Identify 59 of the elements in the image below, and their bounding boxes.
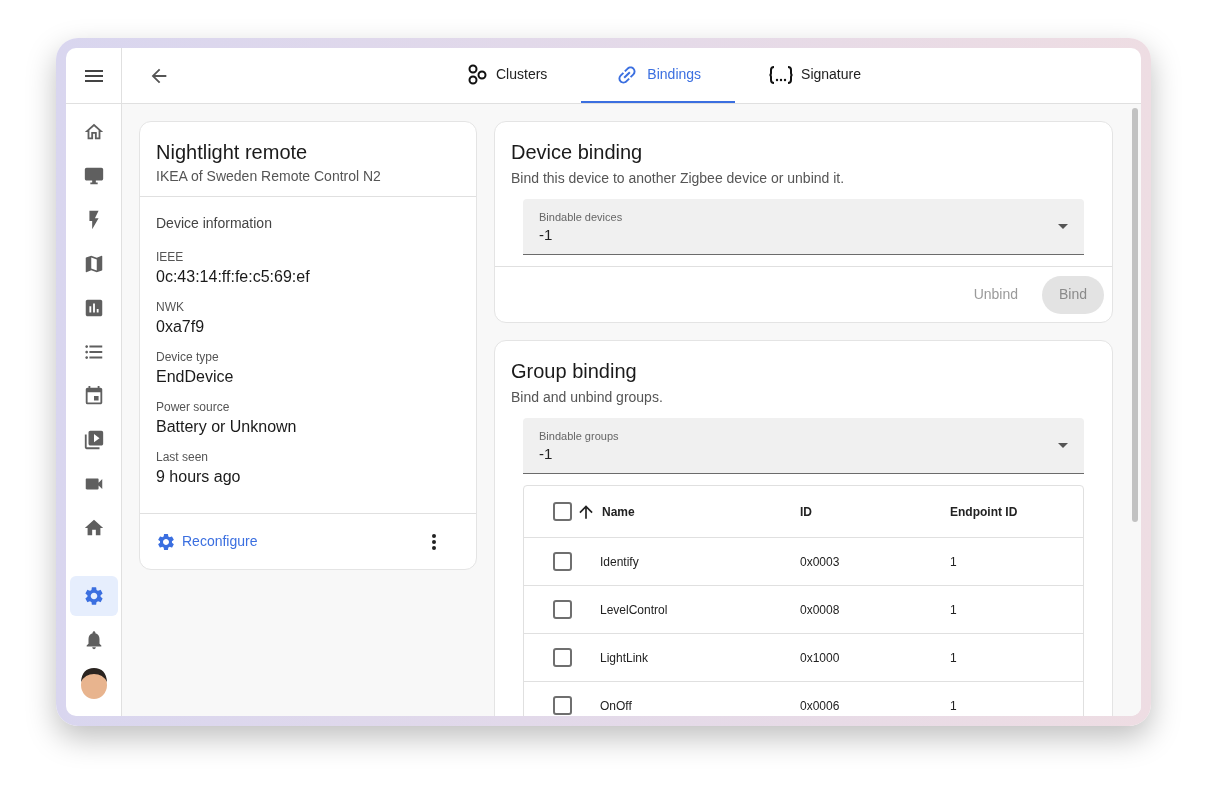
field-value: -1 bbox=[539, 224, 554, 245]
field-label: IEEE bbox=[156, 249, 185, 265]
device-title: Nightlight remote bbox=[156, 140, 309, 165]
table-cell-text: 1 bbox=[950, 553, 957, 571]
reconfigure-button[interactable]: Reconfigure bbox=[156, 531, 258, 552]
checkbox[interactable] bbox=[552, 648, 572, 667]
table-cell-text: 0x1000 bbox=[800, 649, 841, 667]
card-title: Group binding bbox=[511, 359, 638, 384]
card-description: Bind this device to another Zigbee device or unbind it. bbox=[511, 169, 846, 188]
table-cell-text: Identify bbox=[600, 553, 640, 571]
field-label: Bindable groups bbox=[539, 428, 620, 444]
checkbox[interactable] bbox=[552, 600, 572, 619]
nav-button[interactable] bbox=[69, 576, 118, 616]
section-heading: Device information bbox=[156, 214, 273, 233]
checkbox[interactable] bbox=[552, 552, 572, 571]
scrollbar-thumb[interactable] bbox=[1132, 108, 1138, 522]
table-cell-text: 0x0003 bbox=[800, 553, 841, 571]
field-label: NWK bbox=[156, 299, 185, 315]
select-field[interactable]: Bindable groups -1 bbox=[523, 418, 1084, 474]
field-label: Device type bbox=[156, 349, 220, 365]
table-cell-text: 0x0006 bbox=[800, 697, 841, 715]
dropdown-icon bbox=[1058, 443, 1068, 448]
dropdown-icon bbox=[1058, 224, 1068, 229]
field-value: 0c:43:14:ff:fe:c5:69:ef bbox=[156, 267, 311, 287]
column-header[interactable]: Endpoint ID bbox=[950, 502, 1018, 521]
avatar[interactable] bbox=[78, 666, 109, 700]
field-label: Bindable devices bbox=[539, 209, 624, 225]
field-value: 0xa7f9 bbox=[156, 317, 206, 337]
monitor-icon bbox=[82, 165, 105, 187]
tab[interactable]: Clusters bbox=[432, 48, 582, 103]
circles-icon bbox=[466, 63, 488, 86]
select-field[interactable]: Bindable devices -1 bbox=[523, 199, 1084, 255]
column-header[interactable]: Name bbox=[602, 502, 635, 521]
field-value: Battery or Unknown bbox=[156, 417, 298, 437]
card-description: Bind and unbind groups. bbox=[511, 388, 664, 407]
table-cell-text: OnOff bbox=[600, 697, 633, 715]
device-subtitle: IKEA of Sweden Remote Control N2 bbox=[156, 167, 382, 186]
gear-icon bbox=[156, 531, 176, 552]
checkbox[interactable] bbox=[552, 502, 572, 521]
video-library-icon bbox=[82, 429, 105, 451]
table-cell-text: LightLink bbox=[600, 649, 650, 667]
table-cell-text: 0x0008 bbox=[800, 601, 841, 619]
braces-icon bbox=[769, 64, 794, 85]
field-value: EndDevice bbox=[156, 367, 235, 387]
more-icon bbox=[432, 533, 436, 550]
settings-icon bbox=[82, 585, 105, 607]
more-button[interactable] bbox=[432, 533, 436, 550]
table-cell-text: 1 bbox=[950, 697, 957, 715]
field-value: -1 bbox=[539, 443, 554, 464]
checkbox[interactable] bbox=[552, 696, 572, 715]
field-label: Last seen bbox=[156, 449, 210, 465]
field-label: Power source bbox=[156, 399, 231, 415]
table-cell-text: 1 bbox=[950, 601, 957, 619]
table-cell-text: LevelControl bbox=[600, 601, 669, 619]
card-title: Device binding bbox=[511, 140, 644, 165]
field-value: 9 hours ago bbox=[156, 467, 242, 487]
tab[interactable]: Signature bbox=[735, 48, 895, 103]
column-header[interactable]: ID bbox=[800, 502, 950, 521]
table-cell-text: 1 bbox=[950, 649, 957, 667]
